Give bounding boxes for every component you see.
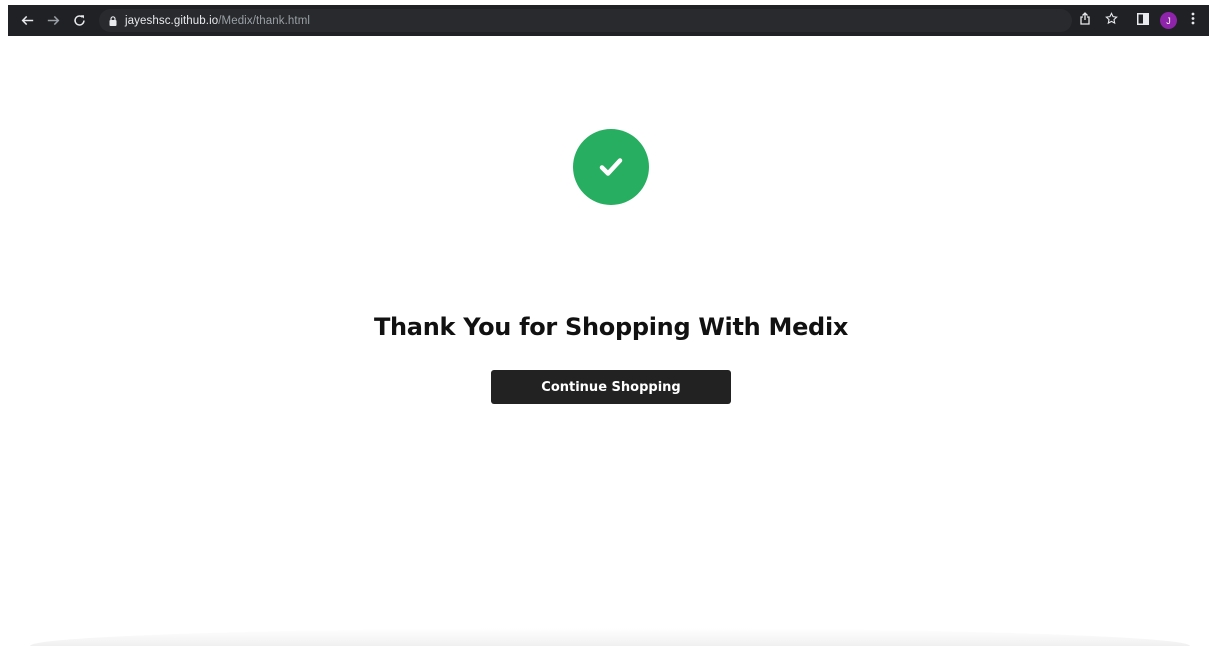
profile-avatar[interactable]: J [1160,12,1177,29]
reload-icon [73,14,86,27]
url-path: /Medix/thank.html [218,14,311,27]
side-panel-button[interactable] [1133,11,1153,31]
bookmark-button[interactable] [1101,11,1121,31]
bottom-shadow [30,628,1190,646]
reload-button[interactable] [68,10,90,32]
browser-toolbar: jayeshsc.github.io/Medix/thank.html J [8,5,1209,36]
url-host: jayeshsc.github.io [125,14,219,27]
star-icon [1104,11,1118,30]
toolbar-actions: J [1069,5,1203,36]
page: jayeshsc.github.io/Medix/thank.html J Th… [0,0,1209,646]
side-panel-icon [1137,12,1149,30]
forward-button[interactable] [42,10,64,32]
check-circle-icon [573,129,649,205]
continue-shopping-button[interactable]: Continue Shopping [491,370,731,404]
arrow-right-icon [47,14,60,27]
arrow-left-icon [21,14,34,27]
address-bar[interactable]: jayeshsc.github.io/Medix/thank.html [99,9,1072,32]
back-button[interactable] [16,10,38,32]
lock-icon [109,15,117,26]
share-button[interactable] [1075,11,1095,31]
page-title: Thank You for Shopping With Medix [373,313,849,341]
menu-button[interactable] [1183,11,1203,31]
kebab-menu-icon [1191,12,1195,30]
share-icon [1079,11,1091,30]
